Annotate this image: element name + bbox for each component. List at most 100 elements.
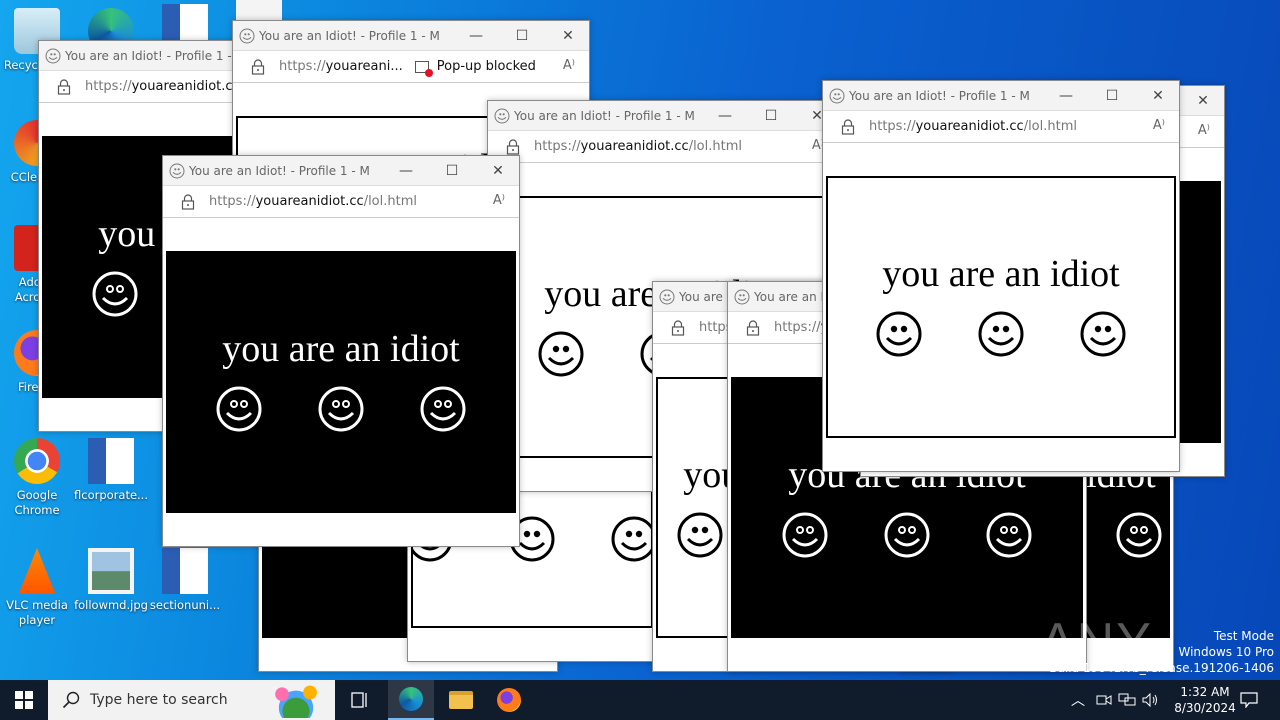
close-button[interactable]: ✕ bbox=[1135, 81, 1179, 111]
lock-icon bbox=[506, 138, 520, 155]
maximize-button[interactable]: ☐ bbox=[499, 21, 545, 51]
address-bar[interactable]: https://youareani... Pop-up blocked A⁾ bbox=[233, 51, 589, 83]
close-button[interactable]: ✕ bbox=[475, 156, 519, 186]
smiley-favicon-icon bbox=[169, 163, 185, 179]
url-host: youareanidiot.cc bbox=[131, 79, 240, 94]
window-title: You are an Idiot! - Profile 1 - Micro... bbox=[189, 163, 369, 178]
idiot-message-panel: you are an idiot bbox=[166, 251, 516, 513]
idiot-message-text: you are an idiot bbox=[882, 253, 1120, 295]
desktop-icon-label: flcorporate... bbox=[74, 488, 148, 502]
close-button[interactable]: ✕ bbox=[545, 21, 589, 51]
action-center-button[interactable] bbox=[1234, 680, 1264, 720]
search-placeholder: Type here to search bbox=[90, 692, 228, 708]
address-bar[interactable]: https://youareanidiot.cc/lol.html A⁾ bbox=[163, 186, 519, 218]
url-scheme: https:// bbox=[85, 79, 132, 94]
browser-window[interactable]: You are an Idiot! - Profile 1 - Micro...… bbox=[162, 155, 520, 547]
read-aloud-icon[interactable]: A⁾ bbox=[563, 58, 575, 73]
maximize-icon: ☐ bbox=[764, 108, 778, 124]
close-icon: ✕ bbox=[562, 28, 574, 44]
taskbar-explorer-button[interactable] bbox=[438, 680, 484, 720]
folder-icon bbox=[449, 691, 473, 709]
window-title: You are an Idiot! - Profile 1 - Micro... bbox=[259, 28, 439, 43]
lock-icon bbox=[841, 118, 855, 135]
idiot-message-text: you are an idiot bbox=[222, 328, 460, 370]
minimize-button[interactable]: — bbox=[453, 21, 499, 51]
url-text[interactable]: https://youareanidiot.cc/lol.html bbox=[209, 194, 417, 209]
tray-volume[interactable] bbox=[1140, 680, 1162, 720]
desktop-icon-vlc[interactable]: VLC media player bbox=[0, 548, 74, 628]
url-scheme: https:// bbox=[774, 320, 821, 335]
word-icon bbox=[88, 438, 134, 484]
image-icon bbox=[88, 548, 134, 594]
smiley-row bbox=[875, 310, 1127, 362]
address-bar[interactable]: https://youareanidiot.cc/lol.html A⁾ bbox=[823, 111, 1179, 143]
url-host: youareanidiot.cc bbox=[255, 194, 364, 209]
start-button[interactable] bbox=[0, 680, 48, 720]
smiley-favicon-icon bbox=[734, 289, 750, 305]
taskbar-firefox-button[interactable] bbox=[486, 680, 532, 720]
url-scheme: https:// bbox=[869, 119, 916, 134]
url-host: youareanidiot.cc bbox=[580, 139, 689, 154]
smiley-face-icon bbox=[1115, 511, 1163, 563]
url-scheme: https:// bbox=[209, 194, 256, 209]
tray-clock[interactable]: 1:32 AM 8/30/2024 bbox=[1166, 680, 1244, 720]
lock-icon bbox=[671, 319, 685, 336]
url-text[interactable]: https://youareanidiot.cc/lol.html bbox=[869, 119, 1077, 134]
smiley-favicon-icon bbox=[829, 88, 845, 104]
read-aloud-icon[interactable]: A⁾ bbox=[1153, 118, 1165, 133]
desktop-icon-word[interactable]: sectionuni... bbox=[148, 548, 222, 613]
chevron-up-icon: ︿ bbox=[1071, 693, 1085, 709]
smiley-row bbox=[781, 511, 1033, 563]
minimize-button[interactable]: — bbox=[702, 101, 748, 131]
desktop-icon-label: Google Chrome bbox=[14, 488, 60, 517]
desktop-icon-word[interactable]: flcorporate... bbox=[74, 438, 148, 503]
lock-icon bbox=[746, 319, 760, 336]
taskbar-edge-button[interactable] bbox=[388, 680, 434, 720]
tray-meet-now[interactable] bbox=[1094, 680, 1114, 720]
chrome-icon bbox=[14, 438, 60, 484]
tray-overflow-button[interactable]: ︿ bbox=[1068, 680, 1088, 720]
read-aloud-icon[interactable]: A⁾ bbox=[1198, 123, 1210, 138]
close-button[interactable]: ✕ bbox=[1180, 86, 1224, 116]
search-box[interactable]: Type here to search bbox=[48, 680, 335, 720]
url-text[interactable]: https://youareani... bbox=[279, 59, 403, 74]
minimize-icon: — bbox=[469, 28, 483, 44]
url-path: /lol.html bbox=[688, 139, 742, 154]
popup-blocked-button[interactable]: Pop-up blocked bbox=[414, 59, 536, 77]
maximize-button[interactable]: ☐ bbox=[748, 101, 794, 131]
idiot-message-panel: you are an idiot bbox=[826, 176, 1176, 438]
task-view-button[interactable] bbox=[340, 680, 380, 720]
smiley-face-icon bbox=[317, 385, 365, 437]
search-icon bbox=[62, 691, 80, 709]
minimize-button[interactable]: — bbox=[383, 156, 429, 186]
smiley-favicon-icon bbox=[659, 289, 675, 305]
maximize-icon: ☐ bbox=[515, 28, 529, 44]
windows-logo-icon bbox=[15, 691, 33, 709]
maximize-icon: ☐ bbox=[1105, 88, 1119, 104]
url-text[interactable]: https://youareanidiot.cc/lol.html bbox=[534, 139, 742, 154]
read-aloud-icon[interactable]: A⁾ bbox=[493, 193, 505, 208]
maximize-button[interactable]: ☐ bbox=[1089, 81, 1135, 111]
desktop-icon-chrome[interactable]: Google Chrome bbox=[0, 438, 74, 518]
browser-window[interactable]: You are an Idiot! - Profile 1 - Micro...… bbox=[822, 80, 1180, 472]
lock-icon bbox=[251, 58, 265, 75]
smiley-face-icon bbox=[215, 385, 263, 437]
smiley-face-icon bbox=[781, 511, 829, 563]
address-bar[interactable]: https://youareanidiot.cc/lol.htmlA⁾ bbox=[488, 131, 838, 163]
task-view-icon bbox=[351, 692, 367, 708]
clock-date: 8/30/2024 bbox=[1174, 701, 1236, 715]
maximize-icon: ☐ bbox=[445, 163, 459, 179]
smiley-face-icon bbox=[676, 511, 724, 563]
tray-network[interactable] bbox=[1116, 680, 1138, 720]
maximize-button[interactable]: ☐ bbox=[429, 156, 475, 186]
url-path: /lol.html bbox=[363, 194, 417, 209]
minimize-button[interactable]: — bbox=[1043, 81, 1089, 111]
clock-time: 1:32 AM bbox=[1180, 685, 1230, 699]
window-title: You are an Idiot! - Profile 1 - Micro... bbox=[514, 108, 694, 123]
taskbar: Type here to search ︿ 1:32 AM 8/30/2024 bbox=[0, 680, 1280, 720]
close-icon: ✕ bbox=[492, 163, 504, 179]
lock-icon bbox=[181, 193, 195, 210]
notification-icon bbox=[1240, 692, 1258, 708]
desktop-icon-image[interactable]: followmd.jpg bbox=[74, 548, 148, 613]
smiley-face-icon bbox=[875, 310, 923, 362]
